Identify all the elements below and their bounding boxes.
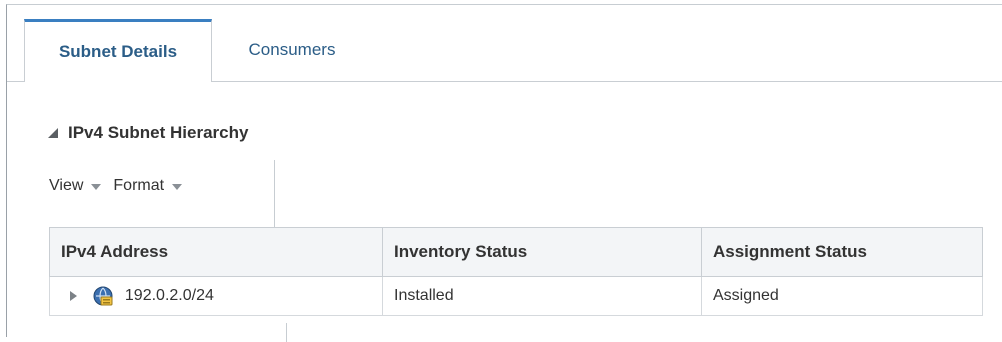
expand-triangle-icon[interactable]: [70, 291, 77, 301]
content-frame: Subnet Details Consumers IPv4 Subnet Hie…: [6, 4, 1002, 342]
cell-inventory-status: Installed: [382, 276, 702, 316]
tab-subnet-details[interactable]: Subnet Details: [24, 19, 212, 82]
view-menu-label: View: [49, 177, 84, 194]
ipv4-address-value[interactable]: 192.0.2.0/24: [125, 287, 214, 304]
view-menu[interactable]: View: [49, 177, 102, 195]
section-header[interactable]: IPv4 Subnet Hierarchy: [48, 123, 248, 143]
section-title: IPv4 Subnet Hierarchy: [68, 123, 249, 142]
cell-assignment-status: Assigned: [701, 276, 983, 316]
table-header-row: IPv4 Address Inventory Status Assignment…: [49, 227, 983, 277]
table-toolbar: View Format: [49, 177, 194, 195]
collapse-triangle-icon[interactable]: [48, 128, 58, 138]
cell-ipv4-address: 192.0.2.0/24: [49, 276, 383, 316]
column-header-assignment-status[interactable]: Assignment Status: [701, 227, 983, 277]
ip-subnet-icon: [93, 286, 113, 306]
tab-consumers[interactable]: Consumers: [217, 19, 367, 81]
chevron-down-icon: [91, 184, 102, 190]
toolbar-divider: [274, 160, 275, 228]
tab-label: Consumers: [248, 40, 336, 59]
table-row[interactable]: 192.0.2.0/24 Installed Assigned: [49, 276, 983, 316]
column-header-ipv4-address[interactable]: IPv4 Address: [49, 227, 383, 277]
tab-label: Subnet Details: [58, 42, 178, 61]
divider-line: [286, 323, 287, 342]
format-menu-label: Format: [113, 177, 165, 194]
chevron-down-icon: [172, 184, 183, 190]
subnet-table: IPv4 Address Inventory Status Assignment…: [49, 227, 983, 316]
tab-bar: Subnet Details Consumers: [7, 5, 1002, 82]
column-header-inventory-status[interactable]: Inventory Status: [382, 227, 702, 277]
format-menu[interactable]: Format: [113, 177, 183, 195]
